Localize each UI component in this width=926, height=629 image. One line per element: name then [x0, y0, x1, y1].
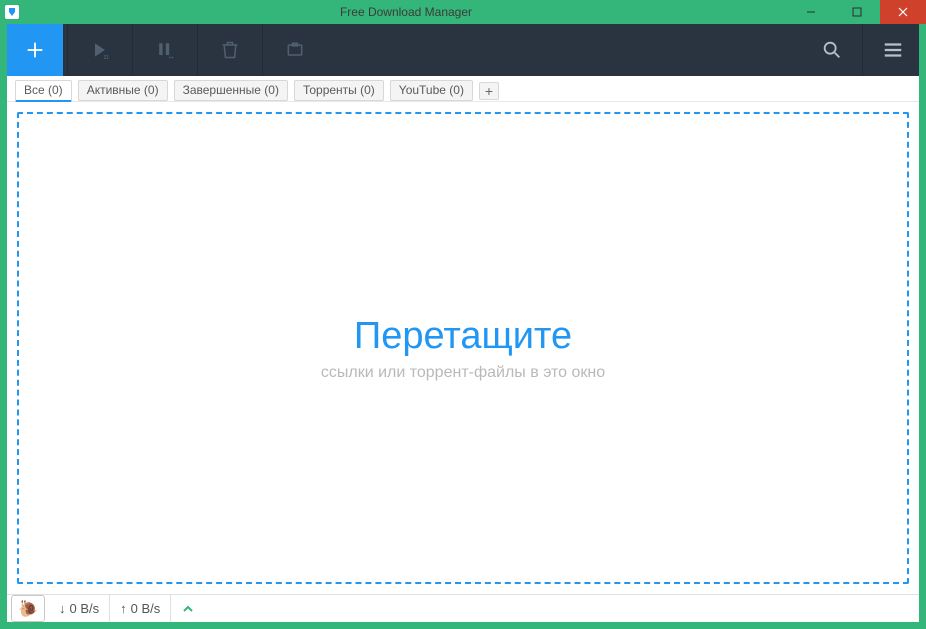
add-tab-button[interactable]: + — [479, 82, 499, 100]
content-area: Перетащите ссылки или торрент-файлы в эт… — [7, 102, 919, 594]
separator — [67, 24, 68, 76]
titlebar[interactable]: Free Download Manager — [0, 0, 926, 24]
tab-all[interactable]: Все (0) — [15, 80, 72, 102]
maximize-button[interactable] — [834, 0, 880, 24]
search-icon — [821, 39, 843, 61]
upload-speed-value: 0 B/s — [131, 601, 161, 616]
download-speed-value: 0 B/s — [70, 601, 100, 616]
tab-torrents[interactable]: Торренты (0) — [294, 80, 384, 101]
dropzone-secondary-text: ссылки или торрент-файлы в это окно — [321, 364, 605, 382]
tab-youtube[interactable]: YouTube (0) — [390, 80, 473, 101]
folder-icon — [285, 40, 305, 60]
snail-icon: 🐌 — [18, 599, 38, 619]
close-button[interactable] — [880, 0, 926, 24]
pause-button[interactable] — [137, 24, 193, 76]
plus-icon: + — [485, 83, 493, 99]
delete-button[interactable] — [202, 24, 258, 76]
pause-icon — [155, 40, 175, 60]
separator — [132, 24, 133, 76]
tab-active[interactable]: Активные (0) — [78, 80, 168, 101]
window-frame: Free Download Manager — [0, 0, 926, 629]
hamburger-icon — [882, 39, 904, 61]
dropzone[interactable]: Перетащите ссылки или торрент-файлы в эт… — [17, 112, 909, 584]
upload-speed[interactable]: ↑ 0 B/s — [110, 595, 171, 622]
window-title: Free Download Manager — [24, 0, 788, 24]
chevron-up-icon — [182, 603, 194, 615]
toolbar — [7, 24, 919, 76]
app-icon — [0, 0, 24, 24]
tab-completed[interactable]: Завершенные (0) — [174, 80, 288, 101]
start-button[interactable] — [72, 24, 128, 76]
plus-icon — [24, 39, 46, 61]
play-icon — [90, 40, 110, 60]
download-speed[interactable]: ↓ 0 B/s — [49, 595, 110, 622]
upload-arrow-icon: ↑ — [120, 601, 127, 616]
open-folder-button[interactable] — [267, 24, 323, 76]
add-download-button[interactable] — [7, 24, 63, 76]
trash-icon — [220, 40, 240, 60]
speed-limit-button[interactable]: 🐌 — [11, 595, 45, 622]
separator — [262, 24, 263, 76]
window-controls — [788, 0, 926, 24]
separator — [197, 24, 198, 76]
statusbar: 🐌 ↓ 0 B/s ↑ 0 B/s — [7, 594, 919, 622]
download-arrow-icon: ↓ — [59, 601, 66, 616]
search-button[interactable] — [806, 24, 858, 76]
minimize-button[interactable] — [788, 0, 834, 24]
filter-tabs: Все (0) Активные (0) Завершенные (0) Тор… — [7, 76, 919, 102]
menu-button[interactable] — [867, 24, 919, 76]
separator — [862, 24, 863, 76]
dropzone-primary-text: Перетащите — [354, 315, 572, 358]
expand-panel-button[interactable] — [171, 603, 205, 615]
